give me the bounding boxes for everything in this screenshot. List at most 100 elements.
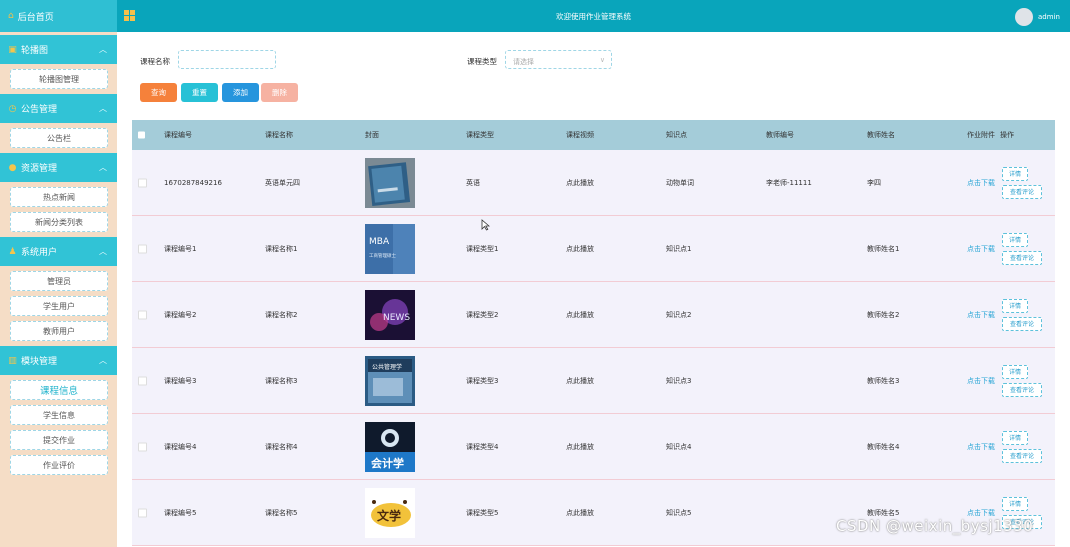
sidebar-item-homework-review[interactable]: 作业评价 — [10, 455, 108, 475]
sidebar-item-student-info[interactable]: 学生信息 — [10, 405, 108, 425]
select-all-checkbox[interactable] — [138, 131, 145, 139]
view-comments-button[interactable]: 查看评论 — [1002, 250, 1042, 265]
detail-button[interactable]: 详情 — [1002, 430, 1028, 445]
sidebar-section-carousel[interactable]: ▣ 轮播图 ︿ — [0, 35, 117, 64]
view-comments-button[interactable]: 查看评论 — [1002, 382, 1042, 397]
delete-button[interactable]: 删除 — [261, 83, 298, 102]
sidebar: ⌂ 后台首页 ▣ 轮播图 ︿ 轮播图管理 ◷ 公告管理 ︿ 公告栏 ● 资源管理… — [0, 0, 117, 547]
download-link[interactable]: 点击下载 — [967, 244, 995, 254]
table-row: 课程编号2 课程名称2 NEWS 课程类型2 点此播放 知识点2 教师姓名2 点… — [132, 282, 1055, 348]
query-button[interactable]: 查询 — [140, 83, 177, 102]
sidebar-section-resources[interactable]: ● 资源管理 ︿ — [0, 153, 117, 182]
chevron-up-icon: ︿ — [99, 356, 107, 365]
cell-knowledge: 知识点1 — [666, 244, 692, 253]
cell-teacher-name: 教师姓名1 — [867, 244, 900, 253]
detail-button[interactable]: 详情 — [1002, 232, 1028, 247]
view-comments-button[interactable]: 查看评论 — [1002, 316, 1042, 331]
sidebar-item-carousel-manage[interactable]: 轮播图管理 — [10, 69, 108, 89]
cell-teacher-name: 李四 — [867, 178, 881, 187]
cell-course-id: 课程编号2 — [164, 310, 197, 319]
detail-button[interactable]: 详情 — [1002, 298, 1028, 313]
sidebar-item-student-users[interactable]: 学生用户 — [10, 296, 108, 316]
cell-video-link[interactable]: 点此播放 — [566, 508, 594, 518]
pin-icon: ● — [8, 162, 17, 173]
avatar[interactable] — [1015, 8, 1033, 26]
course-type-select[interactable]: 请选择 ∨ — [505, 50, 612, 69]
row-checkbox[interactable] — [138, 442, 147, 451]
sidebar-section-system-users[interactable]: ♟ 系统用户 ︿ — [0, 237, 117, 266]
sidebar-section-notice[interactable]: ◷ 公告管理 ︿ — [0, 94, 117, 123]
sidebar-item-course-info[interactable]: 课程信息 — [10, 380, 108, 400]
cover-accounting-text: 会计学 — [371, 456, 404, 470]
cell-knowledge: 知识点4 — [666, 442, 692, 451]
cover-management-image: 公共管理学 — [365, 355, 415, 406]
sidebar-item-notice-board[interactable]: 公告栏 — [10, 128, 108, 148]
cell-course-id: 课程编号4 — [164, 442, 197, 451]
cell-video-link[interactable]: 点此播放 — [566, 244, 594, 254]
sidebar-item-teacher-users[interactable]: 教师用户 — [10, 321, 108, 341]
sidebar-item-hot-news[interactable]: 热点新闻 — [10, 187, 108, 207]
username[interactable]: admin — [1038, 13, 1060, 21]
cover-news-text: NEWS — [383, 313, 410, 323]
header-cover: 封面 — [365, 131, 379, 139]
sidebar-home[interactable]: ⌂ 后台首页 — [0, 0, 117, 32]
cover-literature-text: 文学 — [377, 508, 401, 523]
sidebar-item-news-categories[interactable]: 新闻分类列表 — [10, 212, 108, 232]
course-type-placeholder: 请选择 — [513, 58, 534, 66]
header-knowledge: 知识点 — [666, 131, 687, 139]
chevron-up-icon: ︿ — [99, 45, 107, 54]
cell-course-name: 课程名称1 — [265, 244, 298, 253]
table-header: 课程编号 课程名称 封面 课程类型 课程视频 知识点 教师编号 教师姓名 作业附… — [132, 120, 1055, 150]
row-checkbox[interactable] — [138, 178, 147, 187]
row-checkbox[interactable] — [138, 244, 147, 253]
top-bar: 欢迎使用作业管理系统 admin — [117, 0, 1070, 32]
cell-video-link[interactable]: 点此播放 — [566, 178, 594, 188]
reset-button[interactable]: 重置 — [181, 83, 218, 102]
download-link[interactable]: 点击下载 — [967, 178, 995, 188]
sidebar-item-admin[interactable]: 管理员 — [10, 271, 108, 291]
cell-video-link[interactable]: 点此播放 — [566, 442, 594, 452]
cover-accounting-image: 会计学 — [365, 421, 415, 472]
header-teacher-name: 教师姓名 — [867, 131, 895, 139]
cell-teacher-name: 教师姓名5 — [867, 508, 900, 517]
sidebar-section-label: 公告管理 — [21, 105, 58, 115]
sidebar-section-modules[interactable]: ▥ 模块管理 ︿ — [0, 346, 117, 375]
row-checkbox[interactable] — [138, 376, 147, 385]
cell-course-name: 课程名称2 — [265, 310, 298, 319]
download-link[interactable]: 点击下载 — [967, 508, 995, 518]
cell-course-id: 课程编号1 — [164, 244, 197, 253]
cell-knowledge: 知识点5 — [666, 508, 692, 517]
cell-course-id: 课程编号5 — [164, 508, 197, 517]
sidebar-section-label: 轮播图 — [21, 46, 49, 56]
home-icon: ⌂ — [8, 11, 14, 21]
detail-button[interactable]: 详情 — [1002, 496, 1028, 511]
cell-video-link[interactable]: 点此播放 — [566, 376, 594, 386]
cell-video-link[interactable]: 点此播放 — [566, 310, 594, 320]
course-name-input[interactable] — [178, 50, 276, 69]
cell-course-id: 1670287849216 — [164, 178, 222, 187]
cover-mba-subtext: 工商管理硕士 — [369, 252, 396, 259]
download-link[interactable]: 点击下载 — [967, 376, 995, 386]
sidebar-item-submit-homework[interactable]: 提交作业 — [10, 430, 108, 450]
detail-button[interactable]: 详情 — [1002, 364, 1028, 379]
view-comments-button[interactable]: 查看评论 — [1002, 184, 1042, 199]
user-icon: ♟ — [8, 246, 17, 257]
cover-news-image: NEWS — [365, 289, 415, 340]
detail-button[interactable]: 详情 — [1002, 166, 1028, 181]
cell-course-name: 课程名称3 — [265, 376, 298, 385]
download-link[interactable]: 点击下载 — [967, 310, 995, 320]
module-icon: ▥ — [8, 355, 17, 366]
table-row: 课程编号1 课程名称1 MBA 工商管理硕士 课程类型1 点此播放 知识点1 教… — [132, 216, 1055, 282]
cell-knowledge: 知识点3 — [666, 376, 692, 385]
chevron-down-icon: ∨ — [599, 56, 605, 64]
cell-knowledge: 知识点2 — [666, 310, 692, 319]
cell-teacher-name: 教师姓名4 — [867, 442, 900, 451]
add-button[interactable]: 添加 — [222, 83, 259, 102]
header-course-id: 课程编号 — [164, 131, 192, 139]
header-attachment: 作业附件 — [967, 131, 995, 139]
row-checkbox[interactable] — [138, 508, 147, 517]
cell-course-name: 课程名称4 — [265, 442, 298, 451]
row-checkbox[interactable] — [138, 310, 147, 319]
view-comments-button[interactable]: 查看评论 — [1002, 448, 1042, 463]
download-link[interactable]: 点击下载 — [967, 442, 995, 452]
